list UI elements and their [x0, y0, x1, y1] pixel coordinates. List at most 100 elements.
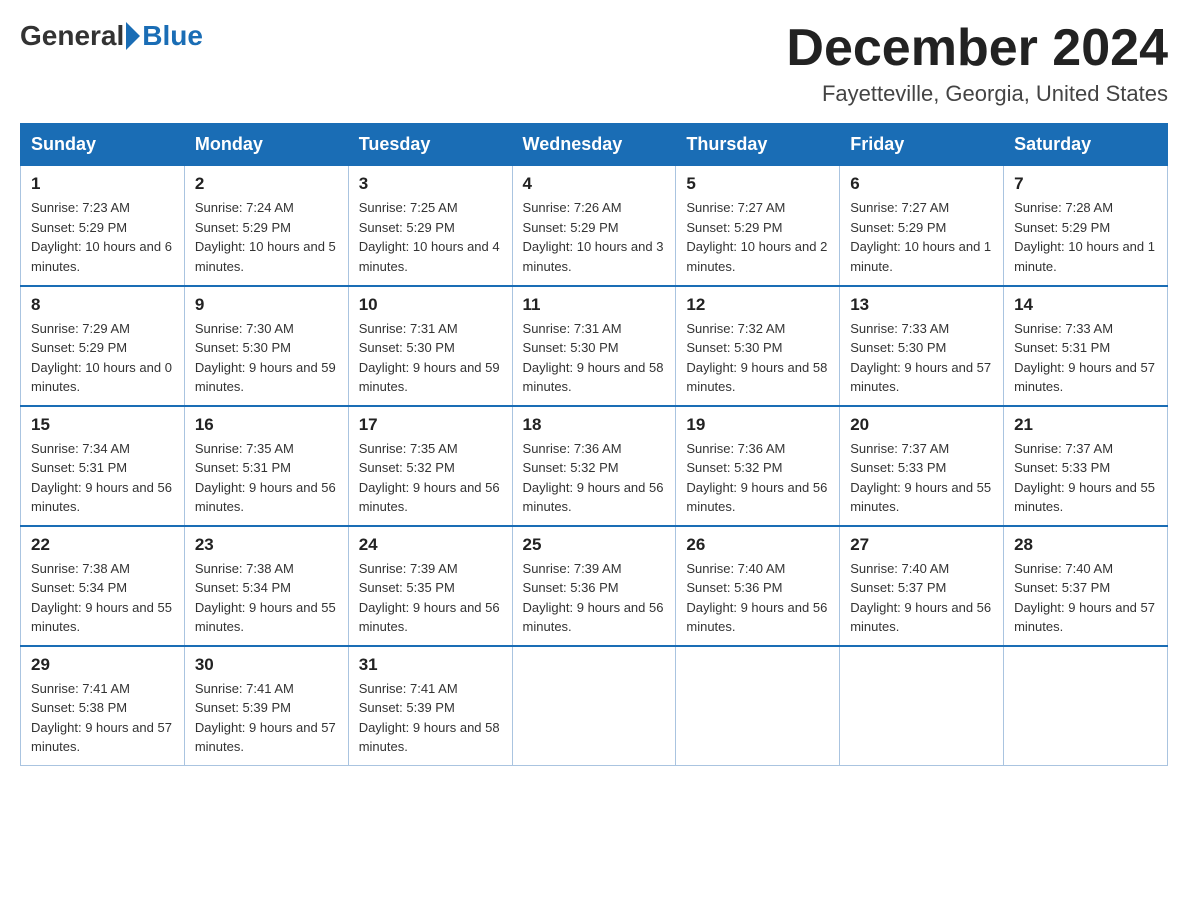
- day-info: Sunrise: 7:40 AMSunset: 5:37 PMDaylight:…: [1014, 561, 1155, 635]
- calendar-day-cell: 18 Sunrise: 7:36 AMSunset: 5:32 PMDaylig…: [512, 406, 676, 526]
- day-info: Sunrise: 7:39 AMSunset: 5:35 PMDaylight:…: [359, 561, 500, 635]
- calendar-week-row: 22 Sunrise: 7:38 AMSunset: 5:34 PMDaylig…: [21, 526, 1168, 646]
- calendar-week-row: 29 Sunrise: 7:41 AMSunset: 5:38 PMDaylig…: [21, 646, 1168, 766]
- month-title: December 2024: [786, 20, 1168, 77]
- calendar-day-cell: [840, 646, 1004, 766]
- calendar-day-cell: 30 Sunrise: 7:41 AMSunset: 5:39 PMDaylig…: [184, 646, 348, 766]
- day-number: 30: [195, 655, 338, 675]
- day-number: 1: [31, 174, 174, 194]
- calendar-week-row: 1 Sunrise: 7:23 AMSunset: 5:29 PMDayligh…: [21, 166, 1168, 286]
- calendar-day-cell: [512, 646, 676, 766]
- calendar-day-cell: 24 Sunrise: 7:39 AMSunset: 5:35 PMDaylig…: [348, 526, 512, 646]
- day-number: 28: [1014, 535, 1157, 555]
- day-info: Sunrise: 7:33 AMSunset: 5:30 PMDaylight:…: [850, 321, 991, 395]
- calendar-day-cell: 1 Sunrise: 7:23 AMSunset: 5:29 PMDayligh…: [21, 166, 185, 286]
- day-info: Sunrise: 7:33 AMSunset: 5:31 PMDaylight:…: [1014, 321, 1155, 395]
- day-info: Sunrise: 7:27 AMSunset: 5:29 PMDaylight:…: [686, 200, 827, 274]
- day-info: Sunrise: 7:34 AMSunset: 5:31 PMDaylight:…: [31, 441, 172, 515]
- calendar-day-cell: 25 Sunrise: 7:39 AMSunset: 5:36 PMDaylig…: [512, 526, 676, 646]
- day-info: Sunrise: 7:35 AMSunset: 5:32 PMDaylight:…: [359, 441, 500, 515]
- day-number: 19: [686, 415, 829, 435]
- day-info: Sunrise: 7:35 AMSunset: 5:31 PMDaylight:…: [195, 441, 336, 515]
- day-info: Sunrise: 7:41 AMSunset: 5:39 PMDaylight:…: [195, 681, 336, 755]
- day-info: Sunrise: 7:38 AMSunset: 5:34 PMDaylight:…: [31, 561, 172, 635]
- day-number: 4: [523, 174, 666, 194]
- day-number: 17: [359, 415, 502, 435]
- day-number: 7: [1014, 174, 1157, 194]
- calendar-day-cell: 12 Sunrise: 7:32 AMSunset: 5:30 PMDaylig…: [676, 286, 840, 406]
- day-info: Sunrise: 7:41 AMSunset: 5:38 PMDaylight:…: [31, 681, 172, 755]
- logo-arrow-icon: [126, 22, 140, 50]
- calendar-day-cell: 22 Sunrise: 7:38 AMSunset: 5:34 PMDaylig…: [21, 526, 185, 646]
- calendar-day-cell: 15 Sunrise: 7:34 AMSunset: 5:31 PMDaylig…: [21, 406, 185, 526]
- calendar-week-row: 15 Sunrise: 7:34 AMSunset: 5:31 PMDaylig…: [21, 406, 1168, 526]
- calendar-day-cell: 2 Sunrise: 7:24 AMSunset: 5:29 PMDayligh…: [184, 166, 348, 286]
- day-info: Sunrise: 7:31 AMSunset: 5:30 PMDaylight:…: [523, 321, 664, 395]
- day-number: 20: [850, 415, 993, 435]
- logo-blue-text: Blue: [142, 20, 203, 52]
- day-number: 6: [850, 174, 993, 194]
- day-number: 15: [31, 415, 174, 435]
- calendar-day-cell: 16 Sunrise: 7:35 AMSunset: 5:31 PMDaylig…: [184, 406, 348, 526]
- calendar-day-cell: 29 Sunrise: 7:41 AMSunset: 5:38 PMDaylig…: [21, 646, 185, 766]
- calendar-day-cell: 28 Sunrise: 7:40 AMSunset: 5:37 PMDaylig…: [1004, 526, 1168, 646]
- day-number: 3: [359, 174, 502, 194]
- day-number: 9: [195, 295, 338, 315]
- day-number: 24: [359, 535, 502, 555]
- header-monday: Monday: [184, 124, 348, 166]
- header-tuesday: Tuesday: [348, 124, 512, 166]
- calendar-day-cell: 9 Sunrise: 7:30 AMSunset: 5:30 PMDayligh…: [184, 286, 348, 406]
- day-number: 12: [686, 295, 829, 315]
- calendar-day-cell: 21 Sunrise: 7:37 AMSunset: 5:33 PMDaylig…: [1004, 406, 1168, 526]
- day-info: Sunrise: 7:39 AMSunset: 5:36 PMDaylight:…: [523, 561, 664, 635]
- header-sunday: Sunday: [21, 124, 185, 166]
- day-info: Sunrise: 7:40 AMSunset: 5:37 PMDaylight:…: [850, 561, 991, 635]
- calendar-day-cell: 14 Sunrise: 7:33 AMSunset: 5:31 PMDaylig…: [1004, 286, 1168, 406]
- day-info: Sunrise: 7:25 AMSunset: 5:29 PMDaylight:…: [359, 200, 500, 274]
- header-thursday: Thursday: [676, 124, 840, 166]
- day-info: Sunrise: 7:31 AMSunset: 5:30 PMDaylight:…: [359, 321, 500, 395]
- day-number: 8: [31, 295, 174, 315]
- calendar-day-cell: 20 Sunrise: 7:37 AMSunset: 5:33 PMDaylig…: [840, 406, 1004, 526]
- page-header: General Blue December 2024 Fayetteville,…: [20, 20, 1168, 107]
- day-number: 23: [195, 535, 338, 555]
- day-number: 22: [31, 535, 174, 555]
- day-number: 26: [686, 535, 829, 555]
- calendar-day-cell: 17 Sunrise: 7:35 AMSunset: 5:32 PMDaylig…: [348, 406, 512, 526]
- calendar-day-cell: 5 Sunrise: 7:27 AMSunset: 5:29 PMDayligh…: [676, 166, 840, 286]
- day-number: 5: [686, 174, 829, 194]
- header-saturday: Saturday: [1004, 124, 1168, 166]
- header-friday: Friday: [840, 124, 1004, 166]
- day-info: Sunrise: 7:26 AMSunset: 5:29 PMDaylight:…: [523, 200, 664, 274]
- day-info: Sunrise: 7:36 AMSunset: 5:32 PMDaylight:…: [686, 441, 827, 515]
- calendar-day-cell: [676, 646, 840, 766]
- title-section: December 2024 Fayetteville, Georgia, Uni…: [786, 20, 1168, 107]
- calendar-day-cell: 7 Sunrise: 7:28 AMSunset: 5:29 PMDayligh…: [1004, 166, 1168, 286]
- calendar-table: Sunday Monday Tuesday Wednesday Thursday…: [20, 123, 1168, 766]
- calendar-week-row: 8 Sunrise: 7:29 AMSunset: 5:29 PMDayligh…: [21, 286, 1168, 406]
- calendar-day-cell: 3 Sunrise: 7:25 AMSunset: 5:29 PMDayligh…: [348, 166, 512, 286]
- day-number: 25: [523, 535, 666, 555]
- calendar-day-cell: 23 Sunrise: 7:38 AMSunset: 5:34 PMDaylig…: [184, 526, 348, 646]
- day-info: Sunrise: 7:32 AMSunset: 5:30 PMDaylight:…: [686, 321, 827, 395]
- day-number: 2: [195, 174, 338, 194]
- day-info: Sunrise: 7:40 AMSunset: 5:36 PMDaylight:…: [686, 561, 827, 635]
- calendar-day-cell: [1004, 646, 1168, 766]
- calendar-day-cell: 11 Sunrise: 7:31 AMSunset: 5:30 PMDaylig…: [512, 286, 676, 406]
- day-number: 29: [31, 655, 174, 675]
- day-info: Sunrise: 7:27 AMSunset: 5:29 PMDaylight:…: [850, 200, 991, 274]
- day-number: 27: [850, 535, 993, 555]
- day-info: Sunrise: 7:23 AMSunset: 5:29 PMDaylight:…: [31, 200, 172, 274]
- day-info: Sunrise: 7:28 AMSunset: 5:29 PMDaylight:…: [1014, 200, 1155, 274]
- calendar-day-cell: 8 Sunrise: 7:29 AMSunset: 5:29 PMDayligh…: [21, 286, 185, 406]
- day-info: Sunrise: 7:24 AMSunset: 5:29 PMDaylight:…: [195, 200, 336, 274]
- calendar-day-cell: 26 Sunrise: 7:40 AMSunset: 5:36 PMDaylig…: [676, 526, 840, 646]
- location-text: Fayetteville, Georgia, United States: [786, 81, 1168, 107]
- calendar-day-cell: 4 Sunrise: 7:26 AMSunset: 5:29 PMDayligh…: [512, 166, 676, 286]
- day-info: Sunrise: 7:37 AMSunset: 5:33 PMDaylight:…: [850, 441, 991, 515]
- logo-general-text: General: [20, 20, 124, 52]
- day-info: Sunrise: 7:29 AMSunset: 5:29 PMDaylight:…: [31, 321, 172, 395]
- day-info: Sunrise: 7:37 AMSunset: 5:33 PMDaylight:…: [1014, 441, 1155, 515]
- day-number: 13: [850, 295, 993, 315]
- day-number: 14: [1014, 295, 1157, 315]
